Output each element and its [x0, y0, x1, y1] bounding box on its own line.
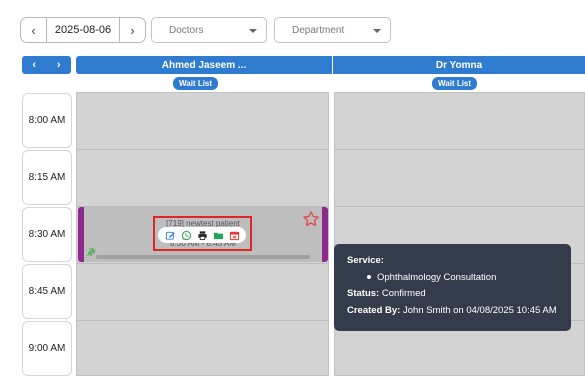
department-select-label: Department: [292, 24, 345, 36]
column-header-yomna: Dr Yomna: [333, 56, 585, 74]
prev-day-button[interactable]: ‹: [21, 18, 47, 42]
scheduler: ‹ 2025-08-06 › Doctors Department ‹ › Ah…: [0, 0, 585, 376]
star-icon[interactable]: [302, 210, 320, 228]
date-field[interactable]: 2025-08-06: [47, 18, 119, 42]
resize-handle[interactable]: [96, 255, 310, 259]
whatsapp-icon[interactable]: [181, 230, 192, 241]
slot-divider: [77, 149, 328, 150]
schedule-column-yomna[interactable]: [334, 92, 585, 376]
next-day-button[interactable]: ›: [119, 18, 145, 42]
pin-icon: [86, 247, 96, 257]
appointment-tooltip: Service: Ophthalmology Consultation Stat…: [334, 244, 571, 331]
slot-divider: [77, 320, 328, 321]
time-slot: 9:00 AM: [22, 321, 72, 376]
wait-list-button-yomna[interactable]: Wait List: [432, 77, 478, 90]
time-slot: 8:45 AM: [22, 264, 72, 319]
wait-list-button-ahmed[interactable]: Wait List: [173, 77, 219, 90]
edit-icon[interactable]: [165, 230, 176, 241]
slot-divider: [335, 149, 584, 150]
columns-prev-button[interactable]: ‹: [32, 59, 36, 71]
doctors-select-label: Doctors: [169, 24, 204, 36]
created-label: Created By:: [347, 304, 401, 316]
print-icon[interactable]: [197, 230, 208, 241]
department-select[interactable]: Department: [274, 17, 391, 43]
service-list-item: Ophthalmology Consultation: [347, 270, 571, 287]
service-value: Ophthalmology Consultation: [377, 271, 497, 283]
doctors-select[interactable]: Doctors: [151, 17, 267, 43]
time-slot: 8:30 AM: [22, 207, 72, 262]
caret-down-icon: [249, 29, 257, 33]
calendar-icon[interactable]: [229, 230, 240, 241]
created-row: Created By: John Smith on 04/08/2025 10:…: [347, 303, 571, 320]
time-slot: 8:00 AM: [22, 93, 72, 148]
time-slot: 8:15 AM: [22, 150, 72, 205]
column-pager: ‹ ›: [22, 56, 71, 74]
slot-divider: [77, 263, 328, 264]
appointment-actions: [158, 227, 246, 243]
slot-divider: [335, 206, 584, 207]
caret-down-icon: [373, 29, 381, 33]
bullet-icon: [367, 274, 371, 279]
folder-icon[interactable]: [213, 230, 224, 241]
service-label: Service:: [347, 255, 384, 266]
column-header-ahmed: Ahmed Jaseem ...: [76, 56, 332, 74]
date-navigator: ‹ 2025-08-06 ›: [20, 17, 146, 43]
status-label: Status:: [347, 288, 380, 299]
status-row: Status: Confirmed: [347, 286, 571, 303]
status-value: Confirmed: [381, 288, 426, 299]
columns-next-button[interactable]: ›: [57, 59, 61, 71]
created-value: John Smith on 04/08/2025 10:45 AM: [402, 304, 557, 316]
